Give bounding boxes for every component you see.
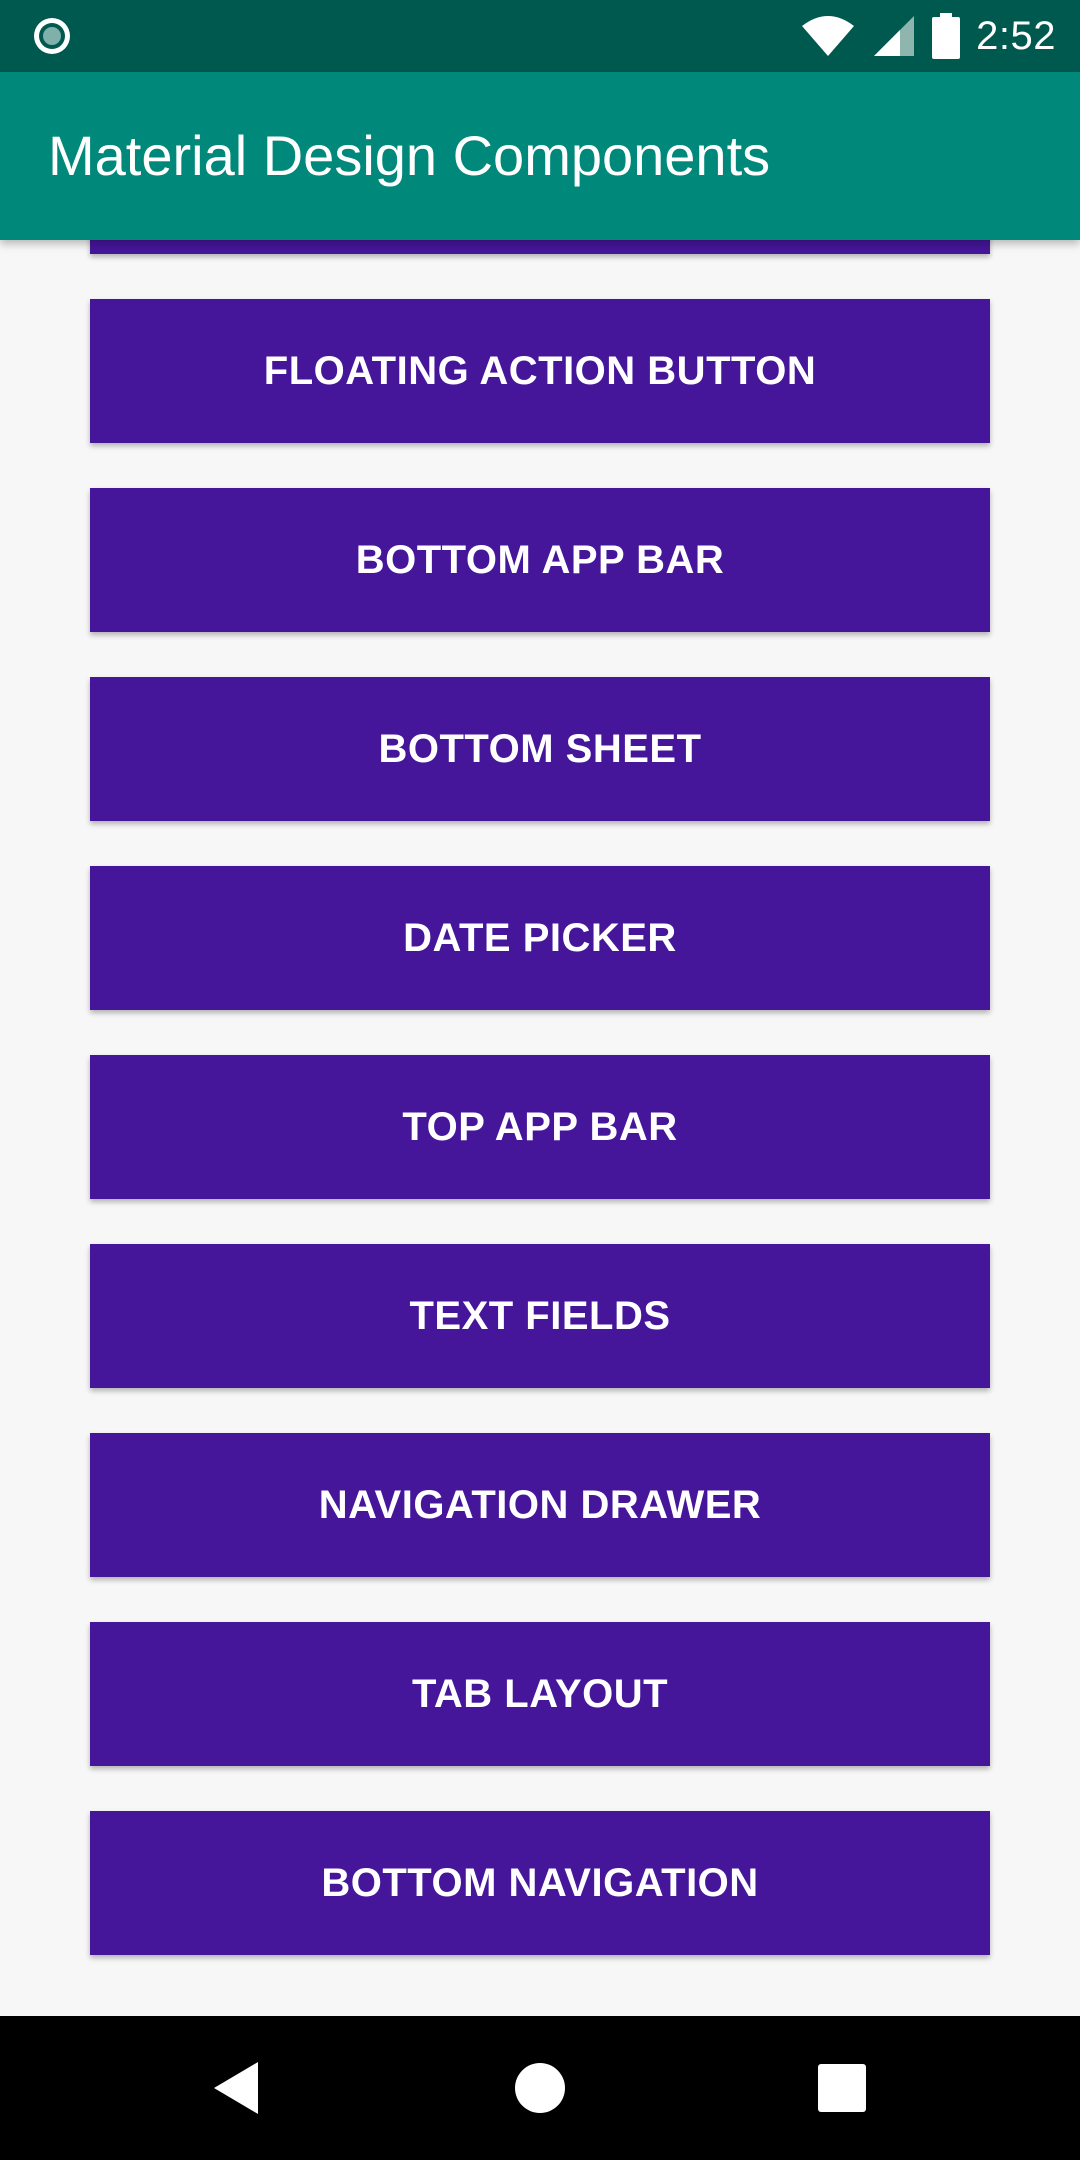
app-notification-icon: [32, 16, 72, 56]
status-time: 2:52: [976, 13, 1056, 58]
bottom-app-bar-button[interactable]: BOTTOM APP BAR: [90, 488, 990, 632]
home-icon[interactable]: [510, 2058, 570, 2118]
navigation-bar: [0, 2016, 1080, 2160]
navigation-drawer-button[interactable]: NAVIGATION DRAWER: [90, 1433, 990, 1577]
recent-apps-icon[interactable]: [812, 2058, 872, 2118]
button-label: NAVIGATION DRAWER: [318, 1482, 762, 1527]
back-icon[interactable]: [208, 2058, 268, 2118]
button-label: TAB LAYOUT: [411, 1671, 669, 1716]
button-label: FLOATING ACTION BUTTON: [263, 348, 817, 393]
partially-visible-button[interactable]: [90, 240, 990, 254]
wifi-icon: [800, 14, 856, 58]
button-label: BOTTOM APP BAR: [355, 537, 725, 582]
tab-layout-button[interactable]: TAB LAYOUT: [90, 1622, 990, 1766]
bottom-navigation-button[interactable]: BOTTOM NAVIGATION: [90, 1811, 990, 1955]
button-label: DATE PICKER: [403, 915, 677, 960]
top-app-bar-button[interactable]: TOP APP BAR: [90, 1055, 990, 1199]
button-label: BOTTOM SHEET: [378, 726, 702, 771]
component-list[interactable]: FLOATING ACTION BUTTON BOTTOM APP BAR BOTT…: [0, 240, 1080, 2016]
status-bar: 2:52: [0, 0, 1080, 72]
text-fields-button[interactable]: TEXT FIELDS: [90, 1244, 990, 1388]
app-bar: Material Design Components: [0, 72, 1080, 240]
bottom-sheet-button[interactable]: BOTTOM SHEET: [90, 677, 990, 821]
signal-icon: [872, 14, 916, 58]
app-title: Material Design Components: [48, 124, 771, 187]
floating-action-button-button[interactable]: FLOATING ACTION BUTTON: [90, 299, 990, 443]
battery-icon: [932, 13, 961, 59]
button-label: TOP APP BAR: [402, 1104, 678, 1149]
button-label: TEXT FIELDS: [409, 1293, 671, 1338]
button-label: BOTTOM NAVIGATION: [321, 1860, 759, 1905]
screen: 2:52 Material Design Components FLOATING…: [0, 0, 1080, 2160]
date-picker-button[interactable]: DATE PICKER: [90, 866, 990, 1010]
